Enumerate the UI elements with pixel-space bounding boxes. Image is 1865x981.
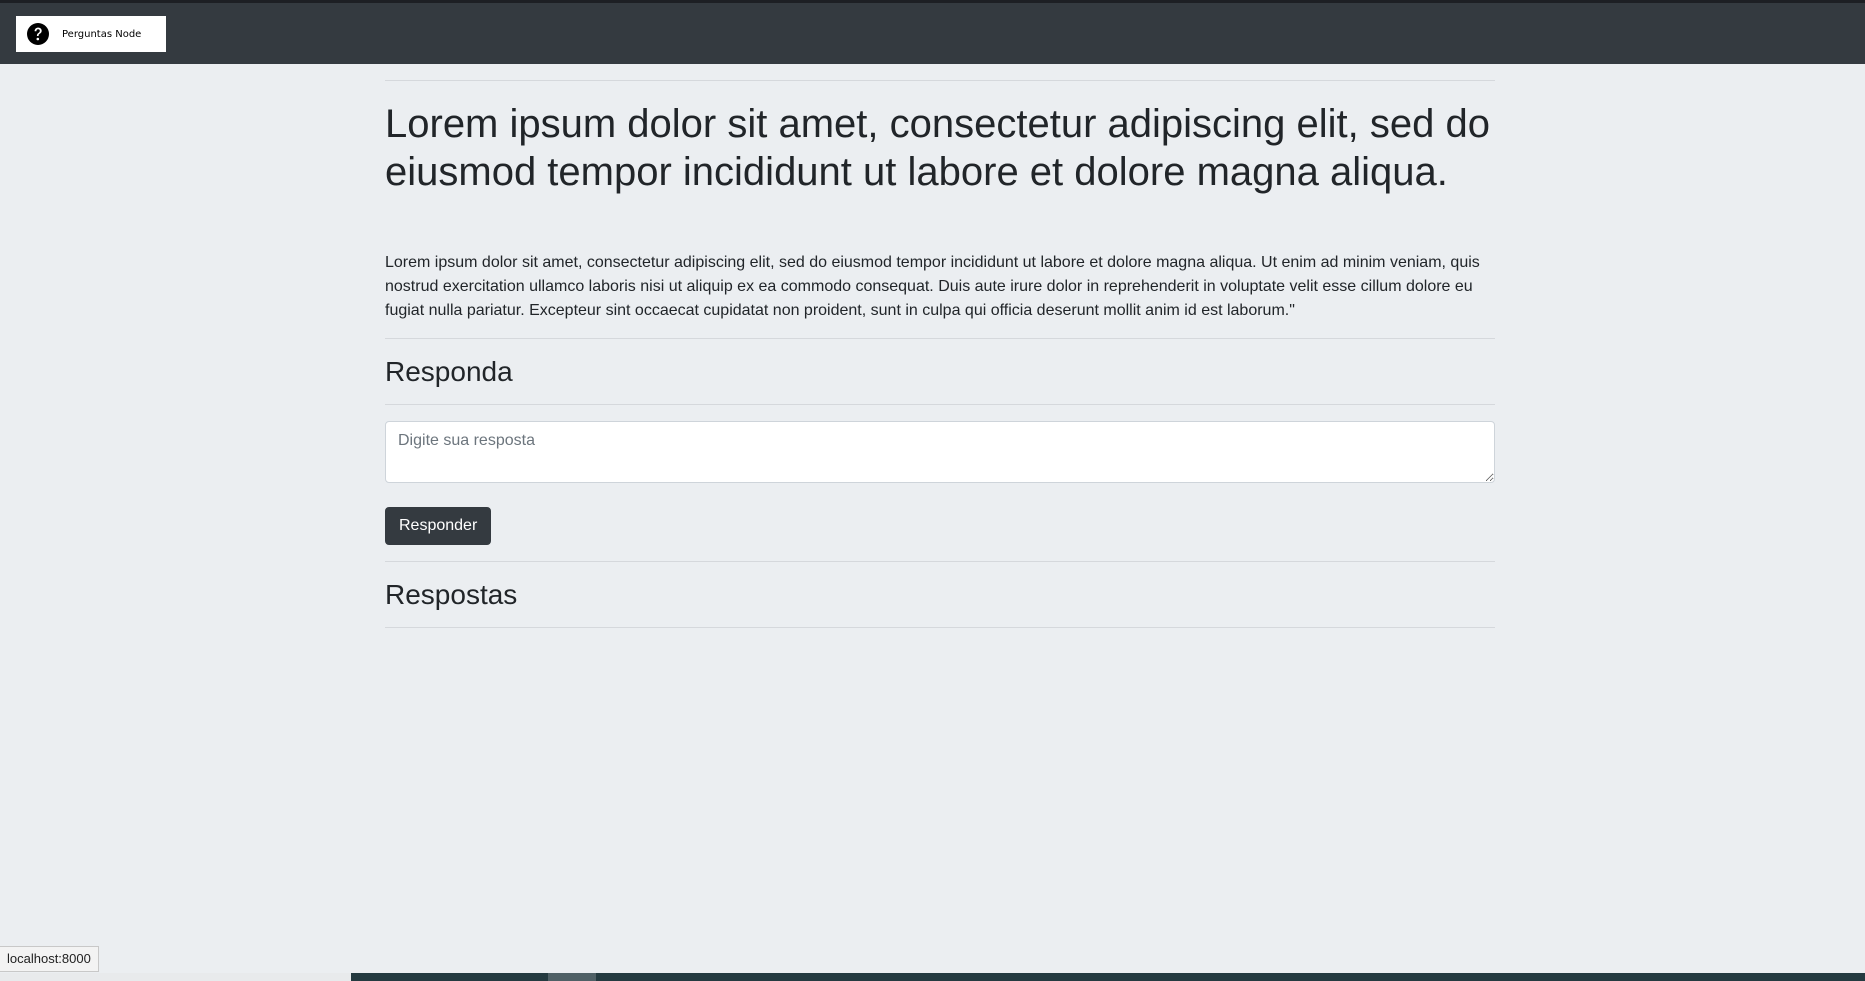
question-description: Lorem ipsum dolor sit amet, consectetur … — [385, 254, 1480, 319]
question-title: Lorem ipsum dolor sit amet, consectetur … — [385, 102, 1490, 194]
taskbar-search[interactable] — [0, 973, 351, 981]
answer-input[interactable] — [385, 421, 1495, 483]
answer-form-heading: Responda — [385, 356, 513, 387]
status-bar-url: localhost:8000 — [0, 946, 99, 972]
navbar: Perguntas Node — [0, 3, 1865, 64]
divider — [385, 338, 1495, 339]
brand-label: Perguntas Node — [62, 28, 142, 40]
divider — [385, 627, 1495, 628]
answers-heading: Respostas — [385, 579, 518, 610]
divider — [385, 561, 1495, 562]
divider — [385, 80, 1495, 81]
submit-answer-button[interactable]: Responder — [385, 507, 492, 545]
divider — [385, 404, 1495, 405]
taskbar — [0, 973, 1865, 981]
taskbar-app-button[interactable] — [548, 973, 596, 981]
question-circle-icon — [26, 22, 50, 46]
navbar-brand[interactable]: Perguntas Node — [16, 16, 166, 52]
